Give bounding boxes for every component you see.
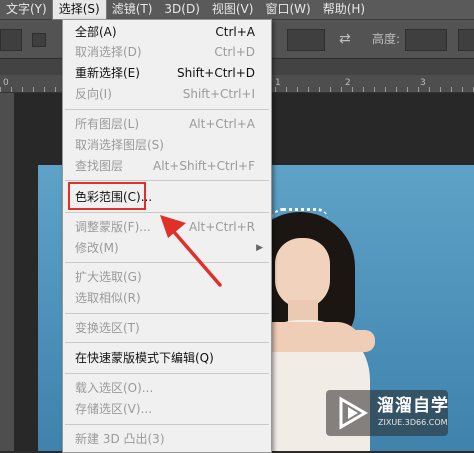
menu-item-label: 反向(I) (75, 87, 112, 101)
photo-subject-hand (345, 330, 375, 352)
menu-bar: 文字(Y) 选择(S) 滤镜(T) 3D(D) 视图(V) 窗口(W) 帮助(H… (0, 0, 474, 20)
menu-item-label: 扩大选取(G) (75, 270, 142, 284)
watermark-title: 溜溜自学 (377, 396, 449, 416)
menu-item-load-selection[interactable]: 载入选区(O)... (63, 378, 271, 398)
watermark-url: ZIXUE.3D66.COM (378, 418, 448, 427)
menu-item-label: 所有图层(L) (75, 117, 140, 131)
menu-item-deselect-layers[interactable]: 取消选择图层(S) (63, 135, 271, 155)
ruler-tick: 0 (3, 78, 9, 88)
menu-view[interactable]: 视图(V) (206, 0, 260, 19)
menu-item-shortcut: Alt+Ctrl+A (189, 117, 255, 131)
menu-select[interactable]: 选择(S) (51, 0, 107, 20)
height-label: 高度: (372, 32, 401, 46)
menu-item-shortcut: Alt+Shift+Ctrl+F (153, 159, 255, 173)
menu-item-transform-selection[interactable]: 变换选区(T) (63, 318, 271, 338)
menu-window[interactable]: 窗口(W) (259, 0, 316, 19)
menu-item-label: 全部(A) (75, 25, 117, 39)
menu-item-all-layers[interactable]: 所有图层(L) Alt+Ctrl+A (63, 114, 271, 134)
watermark-logo-icon (339, 396, 368, 430)
menu-item-deselect[interactable]: 取消选择(D) Ctrl+D (63, 42, 271, 62)
menu-filter[interactable]: 滤镜(T) (106, 0, 159, 19)
photo-subject-tiara (272, 208, 328, 219)
menu-item-label: 存储选区(V)... (75, 402, 153, 416)
menu-item-save-selection[interactable]: 存储选区(V)... (63, 399, 271, 419)
menu-item-label: 载入选区(O)... (75, 381, 154, 395)
vertical-ruler (0, 93, 14, 451)
width-field[interactable] (287, 29, 325, 51)
menu-item-shortcut: Ctrl+D (214, 45, 255, 59)
menu-help[interactable]: 帮助(H) (317, 0, 371, 19)
menu-3d[interactable]: 3D(D) (158, 0, 205, 19)
menu-item-find-layers[interactable]: 查找图层 Alt+Shift+Ctrl+F (63, 156, 271, 176)
menu-item-inverse[interactable]: 反向(I) Shift+Ctrl+I (63, 84, 271, 104)
menu-item-label: 选取相似(R) (75, 291, 141, 305)
menu-item-shortcut: Ctrl+A (215, 25, 255, 39)
menu-separator (65, 424, 269, 425)
menu-item-label: 调整蒙版(F)... (75, 220, 151, 234)
height-field[interactable] (405, 29, 447, 51)
annotation-arrow-icon (160, 215, 222, 287)
menu-item-new-3d-extrusion[interactable]: 新建 3D 凸出(3) (63, 429, 271, 449)
menu-item-label: 查找图层 (75, 159, 124, 173)
ruler-tick: 2 (345, 78, 351, 88)
menu-separator (65, 109, 269, 110)
menu-item-shortcut: Shift+Ctrl+I (182, 87, 255, 101)
menu-type[interactable]: 文字(Y) (0, 0, 53, 19)
submenu-arrow-icon: ▶ (256, 243, 263, 253)
menu-separator (65, 180, 269, 181)
menu-item-label: 修改(M) (75, 241, 119, 255)
ruler-tick: 3 (420, 78, 426, 88)
option-checkbox[interactable] (32, 33, 46, 47)
menu-item-label: 变换选区(T) (75, 321, 140, 335)
ruler-tick: 1 (275, 78, 281, 88)
menu-item-label: 取消选择(D) (75, 45, 142, 59)
menu-item-label: 在快速蒙版模式下编辑(Q) (75, 351, 214, 365)
menu-separator (65, 342, 269, 343)
refine-button[interactable] (458, 29, 474, 51)
menu-item-shortcut: Shift+Ctrl+D (177, 66, 255, 80)
options-dropdown[interactable] (0, 29, 22, 51)
menu-item-quick-mask[interactable]: 在快速蒙版模式下编辑(Q) (63, 348, 271, 368)
menu-item-label: 新建 3D 凸出(3) (75, 432, 165, 446)
menu-item-label: 重新选择(E) (75, 66, 140, 80)
swap-icon[interactable]: ⇄ (339, 31, 351, 47)
menu-item-label: 取消选择图层(S) (75, 138, 164, 152)
highlight-box (68, 182, 146, 210)
menu-separator (65, 313, 269, 314)
menu-separator (65, 373, 269, 374)
menu-item-reselect[interactable]: 重新选择(E) Shift+Ctrl+D (63, 63, 271, 83)
photo-subject-face (275, 238, 330, 308)
menu-item-all[interactable]: 全部(A) Ctrl+A (63, 22, 271, 42)
